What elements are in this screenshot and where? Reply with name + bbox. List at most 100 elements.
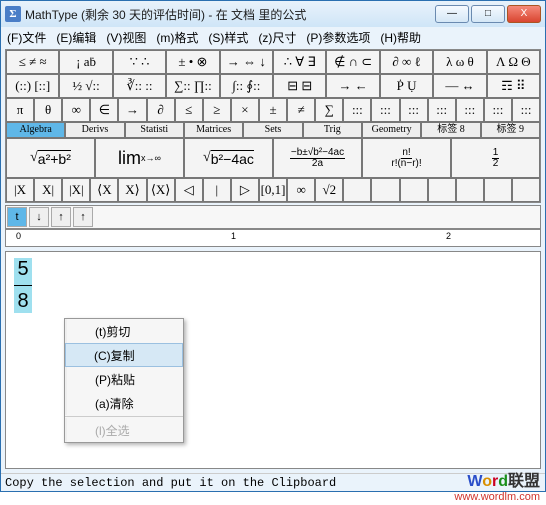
app-icon: Σ [5, 6, 21, 22]
tab-trig[interactable]: Trig [303, 122, 362, 138]
sym-r3-14[interactable]: ::: [400, 98, 428, 122]
sym-r1-2[interactable]: ∵ ∴ [113, 50, 166, 74]
sym-r3-5[interactable]: ∂ [147, 98, 175, 122]
sym-r4-1[interactable]: X| [34, 178, 62, 202]
sym-r1-6[interactable]: ∉ ∩ ⊂ [326, 50, 379, 74]
sym-r2-5[interactable]: ⊟ ⊟ [273, 74, 326, 98]
sym-r4-2[interactable]: |X| [62, 178, 90, 202]
sym-r2-1[interactable]: ½ √:: [59, 74, 112, 98]
tab-derivs[interactable]: Derivs [65, 122, 124, 138]
menu-size[interactable]: (z)尺寸 [258, 29, 296, 46]
sym-r3-15[interactable]: ::: [428, 98, 456, 122]
menu-format[interactable]: (m)格式 [156, 29, 198, 46]
sym-r3-13[interactable]: ::: [371, 98, 399, 122]
tab-标签 8[interactable]: 标签 8 [421, 122, 480, 138]
sym-r2-0[interactable]: (::) [::] [6, 74, 59, 98]
sym-r4-4[interactable]: X⟩ [118, 178, 146, 202]
sym-r3-6[interactable]: ≤ [175, 98, 203, 122]
sym-r2-8[interactable]: — ↔ [433, 74, 486, 98]
sym-r3-4[interactable]: → [118, 98, 146, 122]
sym-r1-8[interactable]: λ ω θ [433, 50, 486, 74]
sym-r1-7[interactable]: ∂ ∞ ℓ [380, 50, 433, 74]
sym-r2-7[interactable]: Ṗ Ụ [380, 74, 433, 98]
sym-r3-2[interactable]: ∞ [62, 98, 90, 122]
sym-r4-13[interactable] [371, 178, 399, 202]
sym-r3-16[interactable]: ::: [456, 98, 484, 122]
maximize-button[interactable]: □ [471, 5, 505, 23]
menu-help[interactable]: (H)帮助 [380, 29, 421, 46]
tpl-half[interactable]: 12 [451, 138, 540, 178]
tab-sets[interactable]: Sets [243, 122, 302, 138]
sym-r3-0[interactable]: π [6, 98, 34, 122]
sym-r1-0[interactable]: ≤ ≠ ≈ [6, 50, 59, 74]
sym-r3-17[interactable]: ::: [484, 98, 512, 122]
tab-marker-button[interactable]: t [7, 207, 27, 227]
sym-r4-3[interactable]: ⟨X [90, 178, 118, 202]
fraction-bar [14, 285, 32, 286]
sym-r1-4[interactable]: → ⇔ ↓ [220, 50, 273, 74]
sym-r4-7[interactable]: | [203, 178, 231, 202]
menu-prefs[interactable]: (P)参数选项 [306, 29, 370, 46]
sym-r4-16[interactable] [456, 178, 484, 202]
sym-r4-8[interactable]: ▷ [231, 178, 259, 202]
sym-r3-1[interactable]: θ [34, 98, 62, 122]
ruler[interactable]: 012 [5, 229, 541, 247]
sym-r4-6[interactable]: ◁ [175, 178, 203, 202]
sym-r4-10[interactable]: ∞ [287, 178, 315, 202]
equation-canvas[interactable]: 5 8 (t)剪切 (C)复制 (P)粘贴 (a)清除 (l)全选 [5, 251, 541, 469]
close-button[interactable]: X [507, 5, 541, 23]
tpl-pythag[interactable]: √a²+b² [6, 138, 95, 178]
mini-toolbar: t ↓ ↑ ↑ [5, 205, 541, 229]
tab-geometry[interactable]: Geometry [362, 122, 421, 138]
tab-algebra[interactable]: Algebra [6, 122, 65, 138]
sym-r4-15[interactable] [428, 178, 456, 202]
tpl-discriminant[interactable]: √b²−4ac [184, 138, 273, 178]
sym-r4-17[interactable] [484, 178, 512, 202]
selected-fraction[interactable]: 5 8 [14, 258, 32, 313]
sym-r3-10[interactable]: ≠ [287, 98, 315, 122]
sym-r3-18[interactable]: ::: [512, 98, 540, 122]
tab-statisti[interactable]: Statisti [125, 122, 184, 138]
tab-标签 9[interactable]: 标签 9 [481, 122, 540, 138]
tpl-binomial[interactable]: n!r!(n−r)! [362, 138, 451, 178]
sym-r3-7[interactable]: ≥ [203, 98, 231, 122]
sym-r3-12[interactable]: ::: [343, 98, 371, 122]
sym-r1-1[interactable]: ¡ aḃ [59, 50, 112, 74]
align-up2-button[interactable]: ↑ [73, 207, 93, 227]
tpl-limit[interactable]: limx→∞ [95, 138, 184, 178]
template-row: √a²+b² limx→∞ √b²−4ac −b±√b²−4ac2a n!r!(… [6, 138, 540, 178]
menu-edit[interactable]: (E)编辑 [56, 29, 96, 46]
sym-r4-0[interactable]: |X [6, 178, 34, 202]
sym-r4-12[interactable] [343, 178, 371, 202]
minimize-button[interactable]: — [435, 5, 469, 23]
sym-r2-3[interactable]: ∑:: ∏:: [166, 74, 219, 98]
sym-r4-14[interactable] [400, 178, 428, 202]
ctx-selectall: (l)全选 [65, 418, 183, 442]
sym-r2-9[interactable]: ☶ ⠿ [487, 74, 540, 98]
sym-r4-11[interactable]: √2 [315, 178, 343, 202]
tab-matrices[interactable]: Matrices [184, 122, 243, 138]
sym-r3-9[interactable]: ± [259, 98, 287, 122]
sym-r2-4[interactable]: ∫:: ∮:: [220, 74, 273, 98]
ctx-cut[interactable]: (t)剪切 [65, 319, 183, 343]
menu-file[interactable]: (F)文件 [7, 29, 46, 46]
sym-r2-2[interactable]: ∛:: :: [113, 74, 166, 98]
sym-r4-18[interactable] [512, 178, 540, 202]
ctx-copy[interactable]: (C)复制 [65, 343, 183, 367]
sym-r1-3[interactable]: ± • ⊗ [166, 50, 219, 74]
align-up1-button[interactable]: ↑ [51, 207, 71, 227]
tpl-quadratic[interactable]: −b±√b²−4ac2a [273, 138, 362, 178]
menu-view[interactable]: (V)视图 [106, 29, 146, 46]
sym-r2-6[interactable]: → ← [326, 74, 379, 98]
sym-r3-3[interactable]: ∈ [90, 98, 118, 122]
align-down-button[interactable]: ↓ [29, 207, 49, 227]
sym-r3-11[interactable]: ∑ [315, 98, 343, 122]
ctx-clear[interactable]: (a)清除 [65, 391, 183, 415]
ctx-paste[interactable]: (P)粘贴 [65, 367, 183, 391]
sym-r1-9[interactable]: Λ Ω Θ [487, 50, 540, 74]
sym-r1-5[interactable]: ∴ ∀ ∃ [273, 50, 326, 74]
sym-r4-9[interactable]: [0,1] [259, 178, 287, 202]
sym-r4-5[interactable]: ⟨X⟩ [147, 178, 175, 202]
menu-style[interactable]: (S)样式 [208, 29, 248, 46]
sym-r3-8[interactable]: × [231, 98, 259, 122]
